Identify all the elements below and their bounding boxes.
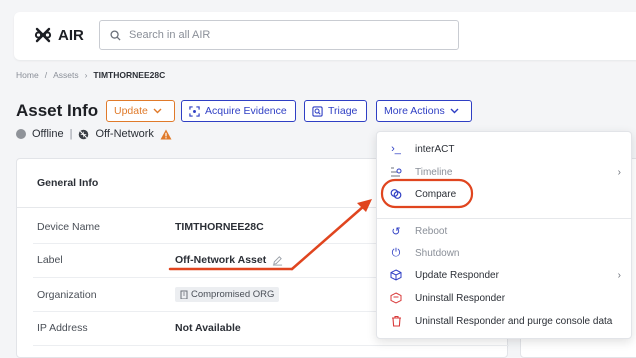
chevron-down-icon	[450, 108, 459, 114]
info-row-organization: Organization Compromised ORG	[37, 287, 280, 302]
search-input[interactable]	[129, 29, 429, 41]
building-icon	[180, 290, 188, 299]
app-logo[interactable]: AIR	[34, 26, 84, 44]
divider	[33, 345, 509, 346]
breadcrumb: Home / Assets › TIMTHORNEE28C	[16, 70, 165, 80]
page-title: Asset Info	[16, 101, 99, 120]
air-logo-icon	[34, 27, 52, 43]
edit-icon[interactable]	[272, 255, 283, 266]
triage-button[interactable]: Triage	[304, 100, 367, 122]
app-name: AIR	[58, 26, 84, 44]
update-label: Update	[114, 105, 148, 117]
menu-item-label: Compare	[415, 188, 457, 200]
menu-divider	[377, 218, 631, 219]
menu-item-label: Timeline	[415, 166, 453, 178]
acquire-evidence-button[interactable]: Acquire Evidence	[181, 100, 296, 122]
asset-status: Offline | Off-Network	[16, 128, 172, 140]
info-row-label: Label Off-Network Asset	[37, 254, 283, 266]
info-key: IP Address	[37, 322, 88, 334]
general-info-title: General Info	[37, 177, 99, 189]
breadcrumb-assets[interactable]: Assets	[53, 70, 79, 80]
more-actions-menu: ›_ interACT Timeline › Compare ↺ Reboot …	[376, 131, 632, 339]
compare-icon	[389, 188, 403, 200]
search-icon	[110, 29, 121, 41]
menu-item-label: Uninstall Responder and purge console da…	[415, 315, 613, 327]
menu-item-interact[interactable]: ›_ interACT	[389, 139, 621, 159]
info-value: Not Available	[175, 322, 241, 334]
menu-item-reboot[interactable]: ↺ Reboot	[389, 221, 621, 241]
online-status-text: Offline	[32, 128, 64, 140]
chevron-right-icon: ›	[617, 166, 621, 178]
menu-item-label: Shutdown	[415, 247, 460, 259]
label-value: Off-Network Asset	[175, 254, 267, 266]
menu-item-label: interACT	[415, 143, 455, 155]
menu-item-label: Uninstall Responder	[415, 292, 506, 304]
breadcrumb-current: TIMTHORNEE28C	[93, 70, 166, 80]
menu-item-label: Reboot	[415, 225, 448, 237]
chevron-right-icon: ›	[617, 269, 621, 281]
network-status-text: Off-Network	[95, 128, 154, 140]
more-actions-label: More Actions	[384, 105, 445, 117]
top-bar: AIR	[14, 12, 636, 60]
info-value: Compromised ORG	[175, 287, 280, 302]
reboot-icon: ↺	[391, 225, 401, 238]
menu-item-timeline[interactable]: Timeline ›	[389, 162, 621, 182]
uninstall-icon	[389, 292, 403, 304]
menu-item-uninstall-purge[interactable]: Uninstall Responder and purge console da…	[389, 311, 621, 331]
organization-name: Compromised ORG	[191, 289, 275, 300]
organization-badge[interactable]: Compromised ORG	[175, 287, 280, 302]
info-row-ip-address: IP Address Not Available	[37, 322, 241, 334]
package-icon	[389, 269, 403, 281]
info-row-device-name: Device Name TIMTHORNEE28C	[37, 221, 264, 233]
info-value: Off-Network Asset	[175, 254, 283, 266]
triage-icon	[312, 105, 323, 117]
info-key: Label	[37, 254, 63, 266]
timeline-icon	[389, 166, 403, 178]
terminal-icon: ›_	[391, 143, 401, 155]
warning-icon	[160, 129, 172, 139]
acquire-label: Acquire Evidence	[205, 105, 287, 117]
breadcrumb-separator: /	[44, 70, 48, 80]
menu-item-label: Update Responder	[415, 269, 499, 281]
breadcrumb-home[interactable]: Home	[16, 70, 39, 80]
menu-item-uninstall-responder[interactable]: Uninstall Responder	[389, 288, 621, 308]
offline-status-icon	[16, 129, 26, 139]
trash-icon	[389, 315, 403, 327]
power-icon: ⏻	[391, 246, 401, 259]
search-box[interactable]	[99, 20, 459, 50]
info-key: Device Name	[37, 221, 101, 233]
info-key: Organization	[37, 288, 97, 301]
chevron-down-icon	[153, 108, 162, 114]
chevron-right-icon: ›	[84, 70, 88, 80]
menu-item-shutdown[interactable]: ⏻ Shutdown	[389, 243, 621, 263]
menu-item-update-responder[interactable]: Update Responder ›	[389, 265, 621, 285]
info-value: TIMTHORNEE28C	[175, 221, 264, 233]
triage-label: Triage	[328, 105, 358, 117]
acquire-icon	[189, 105, 200, 117]
more-actions-button[interactable]: More Actions	[376, 100, 472, 122]
off-network-icon	[79, 129, 89, 139]
menu-item-compare[interactable]: Compare	[389, 184, 621, 204]
status-divider: |	[69, 128, 73, 140]
update-button[interactable]: Update	[106, 100, 175, 122]
